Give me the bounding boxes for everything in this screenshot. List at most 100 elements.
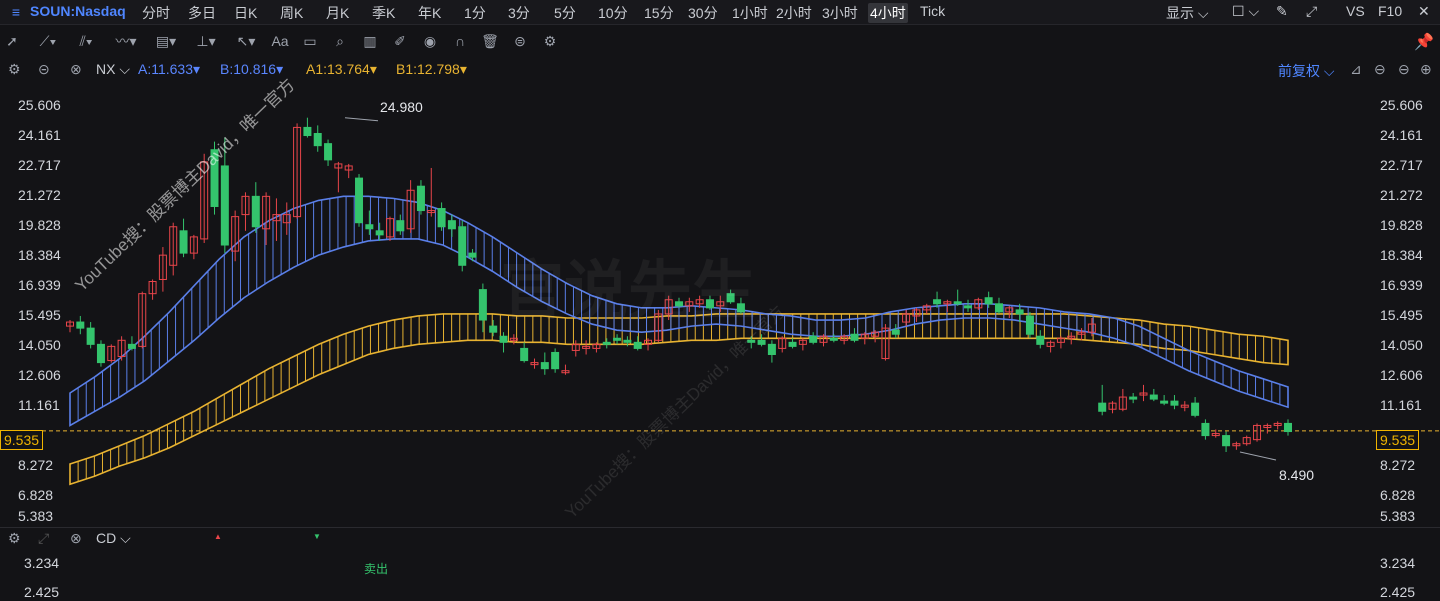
fullscreen-icon[interactable]: ⤢ bbox=[1306, 3, 1317, 20]
sync-icon[interactable]: ⊜ bbox=[510, 31, 530, 51]
price-axis-tick: 11.161 bbox=[1380, 397, 1422, 413]
price-axis-tick: 5.383 bbox=[18, 508, 54, 524]
symbol-label[interactable]: SOUN:Nasdaq bbox=[30, 3, 126, 19]
trash-icon[interactable]: 🗑 bbox=[480, 31, 500, 51]
f10-button[interactable]: F10 bbox=[1378, 3, 1402, 19]
timeframe-tab[interactable]: 分时 bbox=[142, 3, 170, 23]
timeframe-tab[interactable]: 季K bbox=[372, 3, 395, 23]
zoom-out-icon[interactable]: ⊖ bbox=[1398, 61, 1410, 78]
layout-icon[interactable]: ☐ ⌵ bbox=[1232, 3, 1259, 20]
price-axis-tick: 14.050 bbox=[18, 337, 61, 353]
candle-body bbox=[767, 343, 776, 355]
fib-tool-icon[interactable]: ▤▾ bbox=[152, 31, 180, 51]
adjust-dropdown[interactable]: 前复权 ⌵ bbox=[1278, 61, 1335, 81]
candle-body bbox=[1170, 400, 1179, 406]
sub-close-icon[interactable]: ⊗ bbox=[70, 530, 82, 547]
timeframe-tab[interactable]: Tick bbox=[920, 3, 945, 19]
price-axis-tick: 24.161 bbox=[1380, 127, 1423, 143]
indicator-a-value[interactable]: A:11.633▾ bbox=[138, 61, 200, 78]
pen-icon[interactable]: ✐ bbox=[390, 31, 410, 51]
timeframe-tab[interactable]: 1分 bbox=[464, 3, 486, 23]
zoom-icon[interactable]: ⌕ bbox=[330, 31, 350, 51]
timeframe-tab[interactable]: 10分 bbox=[598, 3, 628, 23]
close-indicator-icon[interactable]: ⊗ bbox=[70, 61, 82, 78]
candle-body bbox=[355, 177, 364, 224]
price-axis-tick: 19.828 bbox=[18, 217, 61, 233]
price-axis-tick: 24.161 bbox=[18, 127, 61, 143]
polyline-tool-icon[interactable]: 〰▾ bbox=[112, 31, 140, 51]
timeframe-tab[interactable]: 2小时 bbox=[776, 3, 812, 23]
timeframe-tab[interactable]: 年K bbox=[418, 3, 441, 23]
bar-chart-icon[interactable]: ▥ bbox=[360, 31, 380, 51]
top-bar: ≡ SOUN:Nasdaq 分时 多日 日K 周K 月K 季K 年K 1分 3分 5分 10分 15分… bbox=[0, 0, 1440, 25]
menu-icon[interactable]: ≡ bbox=[6, 2, 26, 22]
minimize-icon[interactable]: ⊖ bbox=[1374, 61, 1386, 78]
price-axis-tick: 16.939 bbox=[1380, 277, 1423, 293]
sub-up-marker: ▲ bbox=[214, 532, 222, 541]
timeframe-tab[interactable]: 4小时 bbox=[868, 3, 908, 23]
price-axis-tick: 18.384 bbox=[1380, 247, 1423, 263]
candle-body bbox=[499, 335, 508, 343]
candle-body bbox=[551, 351, 560, 370]
price-axis-tick: 8.272 bbox=[18, 457, 54, 473]
timeframe-tab[interactable]: 3小时 bbox=[822, 3, 858, 23]
display-dropdown[interactable]: 显示 ⌵ bbox=[1166, 3, 1209, 23]
sub-expand-icon[interactable]: ⤢ bbox=[38, 530, 49, 547]
gear-icon[interactable]: ⚙ bbox=[8, 61, 21, 78]
price-axis-tick: 6.828 bbox=[1380, 487, 1416, 503]
candle-body bbox=[458, 226, 467, 266]
timeframe-tab[interactable]: 15分 bbox=[644, 3, 674, 23]
candle-body bbox=[633, 341, 642, 349]
timeframe-tab[interactable]: 30分 bbox=[688, 3, 718, 23]
close-icon[interactable]: ✕ bbox=[1418, 3, 1430, 20]
drawing-toolbar: ➚ ⟋▾ ⫽▾ 〰▾ ▤▾ ⊥▾ ↖▾ Aa ▭ ⌕ ▥ ✐ ◉ ∩ 🗑 ⊜ ⚙ bbox=[0, 28, 1440, 54]
vs-button[interactable]: VS bbox=[1346, 3, 1365, 19]
candle-body bbox=[220, 165, 229, 246]
brush-icon[interactable]: ✎ bbox=[1276, 3, 1288, 20]
arrow-tool-icon[interactable]: ↖▾ bbox=[232, 31, 260, 51]
candle-body bbox=[1191, 402, 1200, 416]
candle-body bbox=[478, 289, 487, 321]
sub-indicator-selector[interactable]: CD ⌵ bbox=[96, 530, 131, 547]
timeframe-tab[interactable]: 5分 bbox=[554, 3, 576, 23]
candle-body bbox=[468, 252, 477, 258]
candle-body bbox=[602, 341, 611, 345]
indicator-b1-value[interactable]: B1:12.798▾ bbox=[396, 61, 467, 78]
sub-gear-icon[interactable]: ⚙ bbox=[8, 530, 21, 547]
candle-body bbox=[788, 341, 797, 347]
price-axis-tick: 18.384 bbox=[18, 247, 61, 263]
indicator-a1-value[interactable]: A1:13.764▾ bbox=[306, 61, 377, 78]
price-axis-tick: 21.272 bbox=[18, 187, 61, 203]
collapse-icon[interactable]: ⊝ bbox=[38, 61, 50, 78]
candle-body bbox=[447, 220, 456, 230]
candle-body bbox=[540, 362, 549, 370]
timeframe-tab[interactable]: 月K bbox=[326, 3, 349, 23]
sub-axis-tick: 3.234 bbox=[24, 555, 60, 571]
low-leader-line bbox=[1239, 451, 1277, 461]
timeframe-tab[interactable]: 周K bbox=[280, 3, 303, 23]
candle-body bbox=[303, 126, 312, 137]
cursor-icon[interactable]: ➚ bbox=[2, 31, 22, 51]
pin-icon[interactable]: 📌 bbox=[1414, 32, 1434, 52]
settings-icon[interactable]: ⚙ bbox=[540, 31, 560, 51]
measure-tool-icon[interactable]: ⊥▾ bbox=[192, 31, 220, 51]
magnet-icon[interactable]: ∩ bbox=[450, 31, 470, 51]
timeframe-tab[interactable]: 多日 bbox=[188, 3, 216, 23]
text-tool-icon[interactable]: Aa bbox=[270, 31, 290, 51]
indicator-selector[interactable]: NX ⌵ bbox=[96, 61, 130, 78]
comment-icon[interactable]: ▭ bbox=[300, 31, 320, 51]
timeframe-tab[interactable]: 日K bbox=[234, 3, 257, 23]
timeframe-tab[interactable]: 3分 bbox=[508, 3, 530, 23]
eye-icon[interactable]: ◉ bbox=[420, 31, 440, 51]
chart-type-icon[interactable]: ⊿ bbox=[1350, 61, 1362, 78]
price-axis-tick: 15.495 bbox=[18, 307, 61, 323]
line-tool-icon[interactable]: ⟋▾ bbox=[34, 31, 62, 51]
candle-body bbox=[623, 339, 632, 343]
sub-axis-tick: 2.425 bbox=[1380, 584, 1416, 600]
price-axis-tick: 6.828 bbox=[18, 487, 54, 503]
zoom-in-icon[interactable]: ⊕ bbox=[1420, 61, 1432, 78]
timeframe-tab[interactable]: 1小时 bbox=[732, 3, 768, 23]
channel-tool-icon[interactable]: ⫽▾ bbox=[72, 31, 100, 51]
price-axis-tick: 22.717 bbox=[1380, 157, 1423, 173]
indicator-b-value[interactable]: B:10.816▾ bbox=[220, 61, 283, 78]
